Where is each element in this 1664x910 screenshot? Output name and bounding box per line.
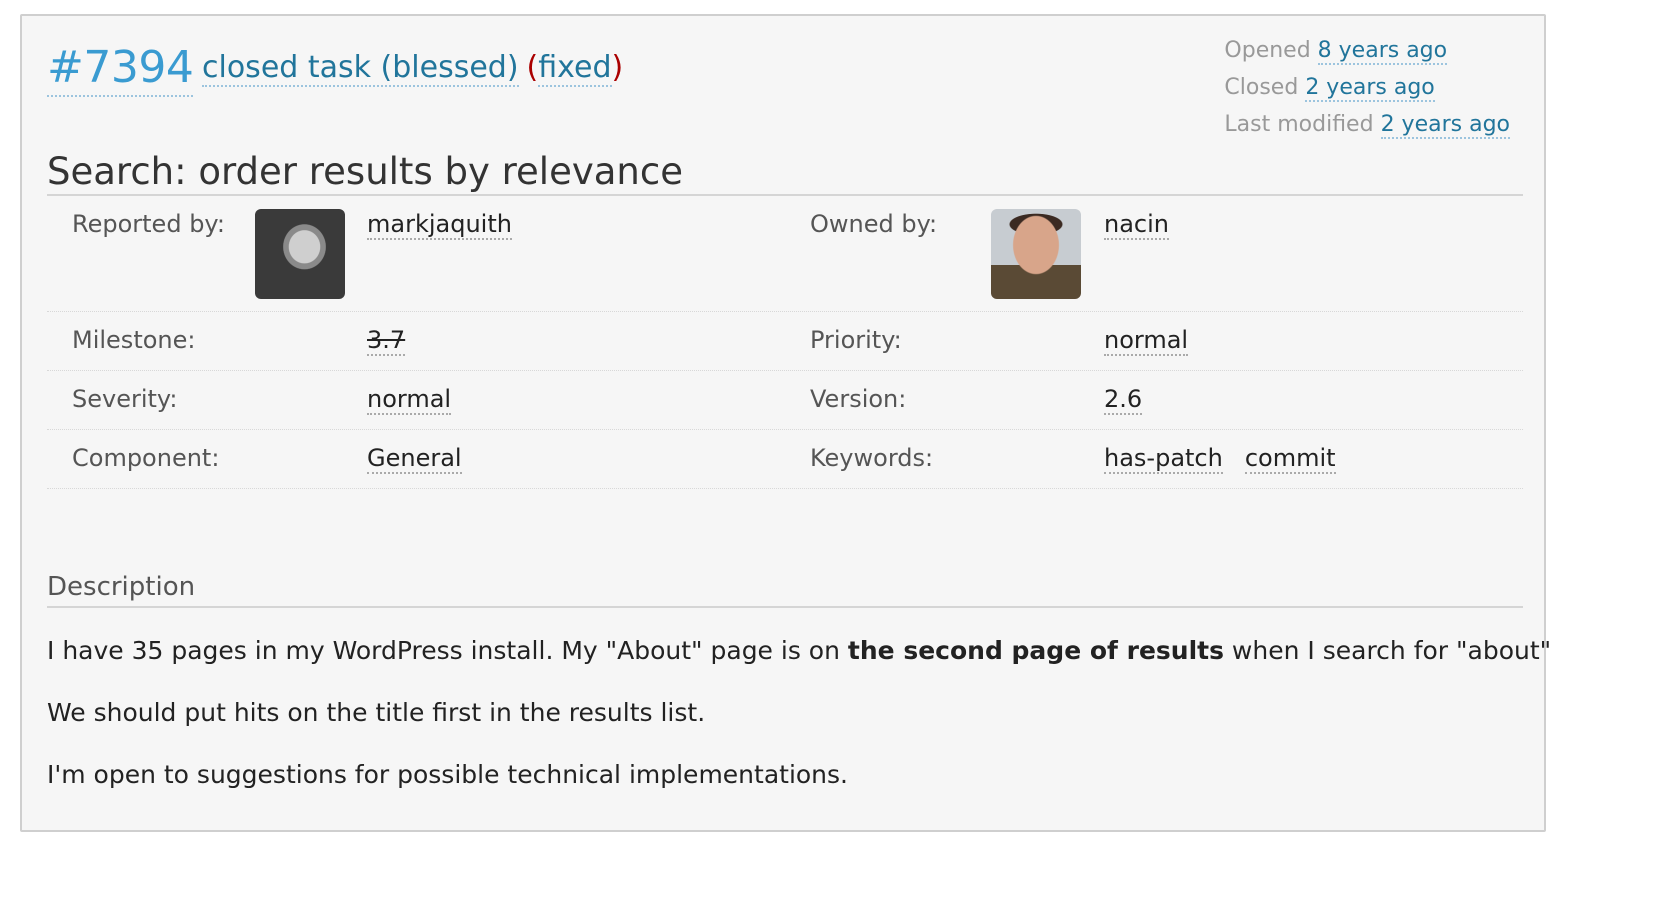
reporter-avatar	[255, 209, 345, 299]
severity-label: Severity:	[72, 385, 178, 413]
keyword-has-patch[interactable]: has-patch	[1104, 444, 1223, 474]
ticket-type-link[interactable]: closed task (blessed)	[202, 50, 519, 87]
component-label: Component:	[72, 444, 220, 472]
priority-label: Priority:	[810, 326, 902, 354]
closed-link[interactable]: 2 years ago	[1305, 75, 1435, 102]
ticket-type-status: closed task (blessed) (fixed)	[202, 50, 624, 87]
description-paragraph-3: I'm open to suggestions for possible tec…	[47, 760, 849, 789]
severity-version-row: Severity: normal Version: 2.6	[47, 371, 1523, 430]
close-paren: )	[611, 50, 624, 85]
owned-by-label: Owned by:	[810, 210, 938, 238]
milestone-label: Milestone:	[72, 326, 196, 354]
ticket-dates: Opened 8 years ago Closed 2 years ago La…	[1224, 32, 1510, 143]
open-paren: (	[526, 50, 539, 85]
modified-label: Last modified	[1224, 112, 1374, 137]
component-keywords-row: Component: General Keywords: has-patch co…	[47, 430, 1523, 489]
modified-link[interactable]: 2 years ago	[1380, 112, 1510, 139]
opened-row: Opened 8 years ago	[1224, 32, 1510, 69]
opened-label: Opened	[1224, 38, 1311, 63]
version-link[interactable]: 2.6	[1104, 385, 1143, 415]
resolution-link[interactable]: fixed	[538, 50, 612, 87]
owner-link[interactable]: nacin	[1104, 210, 1169, 240]
ticket-summary: Search: order results by relevance	[47, 150, 683, 193]
description-heading: Description	[47, 572, 196, 602]
opened-link[interactable]: 8 years ago	[1317, 38, 1448, 65]
reporter-link[interactable]: markjaquith	[367, 210, 512, 240]
reported-by-label: Reported by:	[72, 210, 225, 238]
modified-row: Last modified 2 years ago	[1224, 106, 1510, 143]
closed-row: Closed 2 years ago	[1224, 69, 1510, 106]
description-divider	[47, 606, 1523, 608]
priority-link[interactable]: normal	[1104, 326, 1189, 356]
severity-link[interactable]: normal	[367, 385, 452, 415]
description-paragraph-1: I have 35 pages in my WordPress install.…	[47, 636, 1551, 666]
version-label: Version:	[810, 385, 907, 413]
milestone-link[interactable]: 3.7	[367, 326, 406, 356]
owner-avatar	[991, 209, 1081, 299]
keywords-label: Keywords:	[810, 444, 934, 472]
ticket-box: #7394 closed task (blessed) (fixed) Opene…	[20, 14, 1551, 832]
component-link[interactable]: General	[367, 444, 462, 474]
desc-p1-before: I have 35 pages in my WordPress install.…	[47, 636, 848, 665]
keyword-commit[interactable]: commit	[1244, 444, 1336, 474]
people-row: Reported by: markjaquith Owned by: nacin	[47, 196, 1523, 312]
milestone-priority-row: Milestone: 3.7 Priority: normal	[47, 312, 1523, 371]
desc-p1-bold: the second page of results	[847, 636, 1224, 665]
desc-p1-after: when I search for "about"	[1223, 636, 1552, 665]
ticket-properties: Reported by: markjaquith Owned by: nacin…	[47, 196, 1523, 489]
description-paragraph-2: We should put hits on the title first in…	[47, 698, 706, 727]
closed-label: Closed	[1224, 75, 1299, 100]
ticket-id-link[interactable]: #7394	[47, 42, 194, 97]
